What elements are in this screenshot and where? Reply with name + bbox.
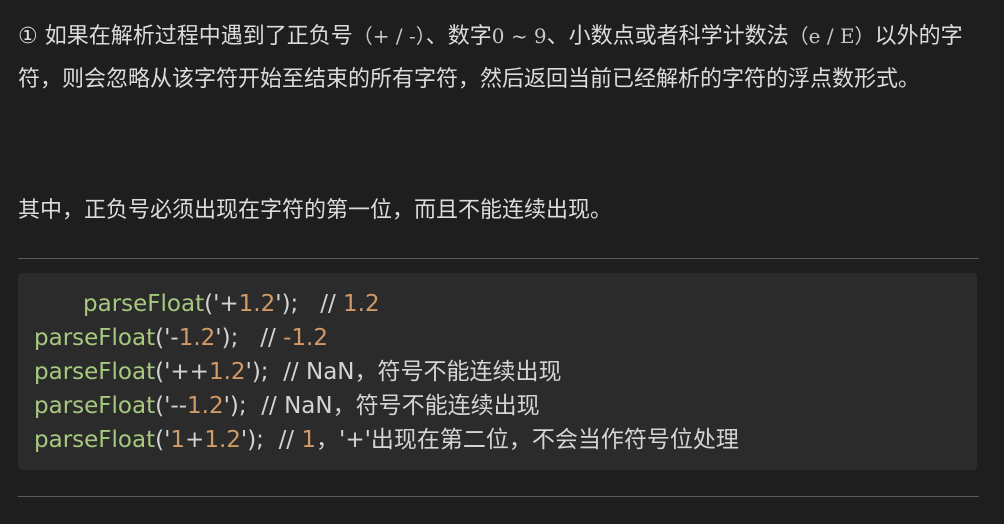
intro-exp: （e / E） bbox=[788, 24, 875, 48]
horizontal-rule-top bbox=[18, 258, 979, 259]
intro-digits: 0 ~ 9 bbox=[491, 24, 547, 48]
bullet-marker: ① bbox=[18, 24, 38, 49]
intro-paragraph: ① 如果在解析过程中遇到了正负号（+ / -）、数字0 ~ 9、小数点或者科学计… bbox=[18, 15, 984, 101]
function-name: parseFloat bbox=[34, 325, 156, 351]
function-name: parseFloat bbox=[34, 359, 156, 385]
horizontal-rule-bottom bbox=[18, 496, 979, 497]
intro-text-1: 如果在解析过程中遇到了正负号 bbox=[44, 24, 353, 49]
code-line-3: parseFloat('++1.2'); // NaN，符号不能连续出现 bbox=[34, 359, 562, 385]
function-name: parseFloat bbox=[34, 427, 156, 453]
code-line-5: parseFloat('1+1.2'); // 1，'+'出现在第二位，不会当作… bbox=[34, 427, 739, 453]
code-block: parseFloat('+1.2'); // 1.2 parseFloat('-… bbox=[18, 273, 977, 470]
code-line-4: parseFloat('--1.2'); // NaN，符号不能连续出现 bbox=[34, 393, 540, 419]
intro-signs: （+ / -） bbox=[352, 24, 426, 48]
code-line-2: parseFloat('-1.2'); // -1.2 bbox=[34, 325, 328, 351]
function-name: parseFloat bbox=[34, 393, 156, 419]
intro-text-3: 、小数点或者科学计数法 bbox=[546, 24, 789, 49]
function-name: parseFloat bbox=[83, 291, 205, 317]
code-line-1: parseFloat('+1.2'); // 1.2 bbox=[83, 291, 380, 317]
note-paragraph: 其中，正负号必须出现在字符的第一位，而且不能连续出现。 bbox=[18, 198, 613, 223]
intro-text-2: 、数字 bbox=[425, 24, 492, 49]
